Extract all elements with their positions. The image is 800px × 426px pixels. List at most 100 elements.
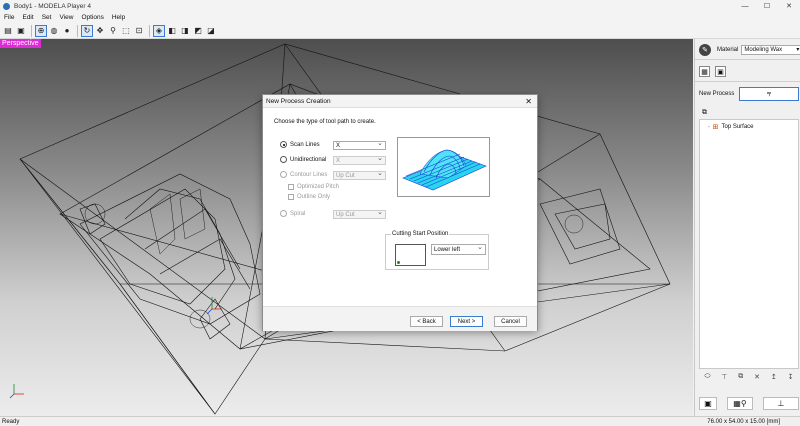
tree-item-label: Top Surface: [721, 124, 754, 130]
start-position-select[interactable]: Lower left: [431, 243, 486, 255]
menu-view[interactable]: View: [55, 14, 77, 21]
tool-icon[interactable]: ⊤: [721, 373, 727, 385]
mill-icon[interactable]: ⊥: [763, 397, 799, 410]
panel-divider: [695, 59, 800, 60]
save-icon[interactable]: ▣: [15, 25, 27, 37]
material-select[interactable]: Modeling Wax: [741, 45, 800, 55]
status-bar: Ready 76.00 x 54.00 x 15.00 [mm]: [0, 416, 800, 426]
right-panel: ✎ Material Modeling Wax ▦ ▣ New Process …: [694, 39, 800, 416]
unidirectional-label: Unidirectional: [290, 156, 327, 163]
tool-path-preview: [397, 137, 490, 197]
spiral-radio[interactable]: [280, 210, 287, 217]
process-list-icon[interactable]: ⧉: [699, 107, 710, 118]
outline-only-label: Outline Only: [297, 194, 331, 200]
spiral-cut-select[interactable]: Up Cut: [333, 209, 386, 219]
view-iso-icon[interactable]: ◈: [153, 24, 165, 37]
tree-actions: ⬭ ⊤ ⧉ ✕ ↥ ↧: [699, 373, 799, 385]
cutting-icon[interactable]: ▣: [699, 397, 717, 410]
zoom-icon[interactable]: ⚲: [107, 25, 119, 37]
cancel-button[interactable]: Cancel: [494, 316, 527, 327]
view-side-icon[interactable]: ◨: [179, 25, 191, 37]
delete-icon[interactable]: ✕: [754, 373, 760, 385]
material-size-icon[interactable]: ▣: [715, 66, 726, 77]
back-button[interactable]: < Back: [410, 316, 443, 327]
scan-lines-preview-icon: [402, 149, 487, 191]
status-text: Ready: [2, 418, 20, 425]
material-row: ✎ Material Modeling Wax: [699, 44, 800, 56]
sphere-icon[interactable]: ◍: [48, 25, 60, 37]
dialog-title-bar: New Process Creation ✕: [263, 95, 537, 108]
optimized-pitch-checkbox[interactable]: [288, 184, 294, 190]
tool-path-icon: ⫧: [766, 89, 772, 98]
process-tree[interactable]: ╴ ⊞ Top Surface: [699, 119, 799, 369]
material-label: Material: [717, 47, 739, 53]
rotate-icon[interactable]: ↻: [81, 24, 93, 37]
axis-indicator-icon: [9, 384, 24, 399]
fit-view-icon[interactable]: ⊡: [133, 25, 145, 37]
menu-edit[interactable]: Edit: [18, 14, 37, 21]
zoom-area-icon[interactable]: ⬚: [120, 25, 132, 37]
pan-icon[interactable]: ✥: [94, 25, 106, 37]
scan-lines-option[interactable]: Scan Lines: [280, 141, 320, 148]
perspective-badge: Perspective: [0, 39, 41, 48]
tree-branch-icon: ╴: [708, 124, 712, 131]
close-button[interactable]: ✕: [778, 0, 800, 12]
move-down-icon[interactable]: ↧: [788, 373, 794, 385]
bottom-actions: ▣ ▦⚲ ⊥: [699, 397, 799, 411]
next-button[interactable]: Next >: [450, 316, 483, 327]
menu-help[interactable]: Help: [108, 14, 129, 21]
shaded-sphere-icon[interactable]: ●: [61, 25, 73, 37]
new-process-label: New Process: [699, 91, 735, 97]
contour-lines-radio[interactable]: [280, 171, 287, 178]
outline-only-option[interactable]: Outline Only: [288, 194, 330, 200]
menu-set[interactable]: Set: [38, 14, 56, 21]
contour-lines-option[interactable]: Contour Lines: [280, 171, 327, 178]
menu-options[interactable]: Options: [77, 14, 107, 21]
contour-lines-cut-select[interactable]: Up Cut: [333, 170, 386, 180]
toolbar-separator: [31, 24, 32, 37]
scan-lines-radio[interactable]: [280, 141, 287, 148]
outline-only-checkbox[interactable]: [288, 194, 294, 200]
globe-view-icon[interactable]: ⊕: [35, 24, 47, 37]
optimized-pitch-label: Optimized Pitch: [297, 184, 340, 190]
optimized-pitch-option[interactable]: Optimized Pitch: [288, 184, 339, 190]
spiral-label: Spiral: [290, 210, 306, 217]
unidirectional-direction-select[interactable]: X: [333, 155, 386, 165]
surface-process-icon: ⊞: [712, 124, 719, 131]
new-process-button[interactable]: ⫧: [739, 87, 799, 101]
move-up-icon[interactable]: ↥: [771, 373, 777, 385]
spiral-option[interactable]: Spiral: [280, 210, 305, 217]
minimize-button[interactable]: —: [734, 0, 756, 12]
copy-icon[interactable]: ⧉: [738, 373, 743, 385]
dialog-instruction: Choose the type of tool path to create.: [274, 119, 376, 125]
start-position-preview: [395, 244, 426, 266]
toolbar: ▤ ▣ ⊕ ◍ ● ↻ ✥ ⚲ ⬚ ⊡ ◈ ◧ ◨ ◩ ◪: [0, 23, 800, 39]
start-point-marker: [397, 261, 400, 264]
maximize-button[interactable]: ☐: [756, 0, 778, 12]
layer-icon[interactable]: ⬭: [704, 373, 710, 385]
view-front-icon[interactable]: ◧: [166, 25, 178, 37]
unidirectional-option[interactable]: Unidirectional: [280, 156, 326, 163]
view-top-icon[interactable]: ◩: [192, 25, 204, 37]
scan-lines-label: Scan Lines: [290, 141, 320, 148]
model-dimensions: 76.00 x 54.00 x 15.00 [mm]: [707, 418, 780, 425]
preview-icon[interactable]: ▦⚲: [727, 397, 753, 410]
dialog-footer: < Back Next > Cancel: [263, 306, 537, 331]
menu-file[interactable]: File: [0, 14, 18, 21]
open-file-icon[interactable]: ▤: [2, 25, 14, 37]
unidirectional-radio[interactable]: [280, 156, 287, 163]
tree-item-top-surface[interactable]: ╴ ⊞ Top Surface: [708, 123, 754, 131]
view-back-icon[interactable]: ◪: [205, 25, 217, 37]
panel-divider: [695, 81, 800, 82]
app-icon: [3, 2, 10, 10]
toolbar-separator: [149, 24, 150, 37]
dialog-title: New Process Creation: [266, 98, 331, 105]
cutting-start-position-group: Cutting Start Position Lower left: [385, 231, 489, 270]
window-title: Body1 - MODELA Player 4: [14, 2, 91, 10]
model-settings-icon[interactable]: ▦: [699, 66, 710, 77]
menu-bar: File Edit Set View Options Help: [0, 12, 800, 23]
title-bar: Body1 - MODELA Player 4 — ☐ ✕: [0, 0, 800, 12]
scan-lines-direction-select[interactable]: X: [333, 140, 386, 150]
material-icon: ✎: [699, 44, 711, 56]
dialog-close-icon[interactable]: ✕: [525, 95, 532, 108]
